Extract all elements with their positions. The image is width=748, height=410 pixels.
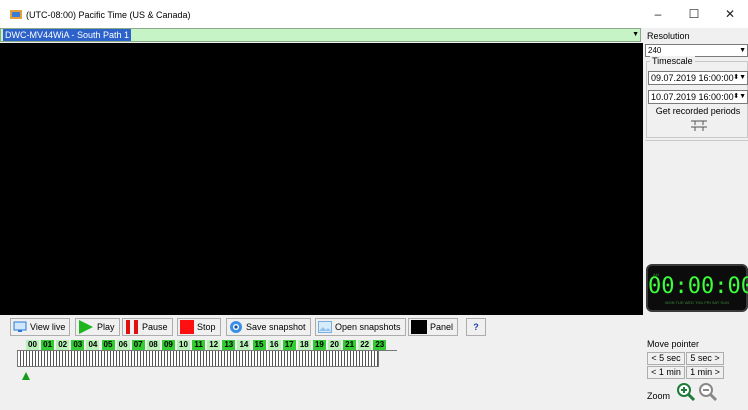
back-1-min-button[interactable]: < 1 min bbox=[647, 366, 685, 379]
move-pointer-label: Move pointer bbox=[647, 339, 700, 349]
hour-cell-12[interactable]: 12 bbox=[207, 340, 221, 350]
end-datetime-value: 10.07.2019 16:00:00 bbox=[651, 92, 734, 102]
camera-select[interactable]: DWC-MV44WiA - South Path 1 ▼ bbox=[0, 28, 641, 42]
hour-cell-02[interactable]: 02 bbox=[56, 340, 70, 350]
hour-cell-09[interactable]: 09 bbox=[161, 340, 175, 350]
hour-cell-05[interactable]: 05 bbox=[101, 340, 115, 350]
timescale-label: Timescale bbox=[650, 56, 695, 66]
clock-days: MON TUE WED THU FRI SAT SUN bbox=[665, 300, 729, 305]
camera-icon bbox=[230, 321, 242, 333]
spin-dropdown-icon: ⬍▼ bbox=[733, 93, 746, 100]
pause-button[interactable]: Pause bbox=[122, 318, 173, 336]
open-snapshots-label: Open snapshots bbox=[335, 322, 401, 332]
zoom-label: Zoom bbox=[647, 391, 671, 401]
chevron-down-icon: ▼ bbox=[739, 47, 746, 54]
hour-cell-16[interactable]: 16 bbox=[267, 340, 281, 350]
hour-cell-00[interactable]: 00 bbox=[26, 340, 39, 350]
forward-1-min-button[interactable]: 1 min > bbox=[686, 366, 724, 379]
hour-cell-13[interactable]: 13 bbox=[222, 340, 236, 350]
forward-5-sec-button[interactable]: 5 sec > bbox=[686, 352, 724, 365]
start-datetime-picker[interactable]: 09.07.2019 16:00:00 ⬍▼ bbox=[648, 71, 748, 85]
window-title: (UTC-08:00) Pacific Time (US & Canada) bbox=[26, 10, 191, 20]
help-button[interactable]: ? bbox=[466, 318, 486, 336]
hour-cell-11[interactable]: 11 bbox=[192, 340, 206, 350]
view-live-label: View live bbox=[30, 322, 66, 332]
panel-button[interactable]: Panel bbox=[408, 318, 459, 336]
hour-cell-15[interactable]: 15 bbox=[252, 340, 266, 350]
chevron-down-icon: ▼ bbox=[632, 31, 639, 38]
resolution-value: 240 bbox=[648, 46, 662, 55]
digital-clock: AM 00:00:00 MON TUE WED THU FRI SAT SUN bbox=[646, 264, 748, 312]
view-live-button[interactable]: View live bbox=[10, 318, 71, 336]
panel-icon bbox=[411, 320, 427, 334]
zoom-out-icon[interactable] bbox=[698, 382, 718, 402]
hour-cell-07[interactable]: 07 bbox=[131, 340, 145, 350]
image-icon bbox=[318, 321, 332, 333]
video-viewport[interactable] bbox=[0, 43, 643, 315]
save-snapshot-button[interactable]: Save snapshot bbox=[226, 318, 311, 336]
stop-icon bbox=[180, 320, 194, 334]
play-label: Play bbox=[97, 322, 115, 332]
zoom-in-icon[interactable] bbox=[676, 382, 696, 402]
camera-select-value: DWC-MV44WiA - South Path 1 bbox=[3, 29, 132, 41]
hour-cell-19[interactable]: 19 bbox=[312, 340, 326, 350]
hour-cell-21[interactable]: 21 bbox=[343, 340, 357, 350]
close-button[interactable]: ✕ bbox=[712, 0, 748, 28]
clock-time: 00:00:00 bbox=[648, 274, 748, 299]
stop-button[interactable]: Stop bbox=[177, 318, 221, 336]
open-snapshots-button[interactable]: Open snapshots bbox=[315, 318, 406, 336]
app-icon bbox=[10, 10, 22, 19]
save-snapshot-label: Save snapshot bbox=[246, 322, 306, 332]
panel-label: Panel bbox=[430, 322, 454, 332]
end-datetime-picker[interactable]: 10.07.2019 16:00:00 ⬍▼ bbox=[648, 90, 748, 104]
hour-cell-23[interactable]: 23 bbox=[373, 340, 387, 350]
stop-label: Stop bbox=[197, 322, 216, 332]
play-icon bbox=[79, 320, 93, 334]
minimize-button[interactable]: – bbox=[640, 0, 676, 28]
resolution-label: Resolution bbox=[647, 31, 690, 41]
timeline-pointer-icon[interactable] bbox=[22, 372, 30, 380]
hour-cell-22[interactable]: 22 bbox=[358, 340, 372, 350]
play-button[interactable]: Play bbox=[75, 318, 120, 336]
hour-cell-01[interactable]: 01 bbox=[41, 340, 55, 350]
hour-cell-03[interactable]: 03 bbox=[71, 340, 85, 350]
panel-divider bbox=[645, 140, 748, 141]
back-5-sec-button[interactable]: < 5 sec bbox=[647, 352, 685, 365]
hour-cell-20[interactable]: 20 bbox=[328, 340, 341, 350]
maximize-button[interactable]: ☐ bbox=[676, 0, 712, 28]
get-recorded-periods-label: Get recorded periods bbox=[655, 106, 741, 116]
hour-cell-08[interactable]: 08 bbox=[146, 340, 160, 350]
hour-cell-04[interactable]: 04 bbox=[86, 340, 100, 350]
hour-cell-18[interactable]: 18 bbox=[297, 340, 311, 350]
periods-icon[interactable] bbox=[690, 119, 708, 131]
timeline-ruler[interactable] bbox=[17, 350, 379, 367]
hour-cell-14[interactable]: 14 bbox=[237, 340, 251, 350]
hour-cell-17[interactable]: 17 bbox=[282, 340, 296, 350]
hour-cell-10[interactable]: 10 bbox=[177, 340, 190, 350]
hour-cell-06[interactable]: 06 bbox=[116, 340, 130, 350]
start-datetime-value: 09.07.2019 16:00:00 bbox=[651, 73, 734, 83]
pause-label: Pause bbox=[142, 322, 168, 332]
monitor-icon bbox=[13, 321, 27, 332]
spin-dropdown-icon: ⬍▼ bbox=[733, 74, 746, 81]
pause-icon bbox=[126, 320, 138, 334]
